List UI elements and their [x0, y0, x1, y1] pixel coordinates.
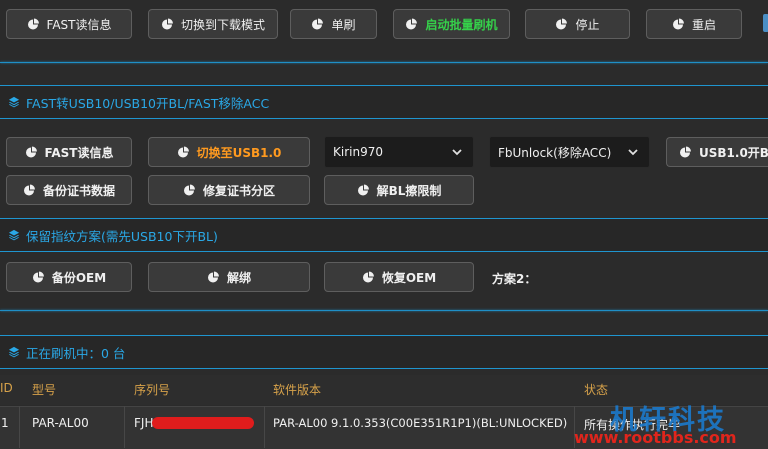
backup-oem-label: 备份OEM: [51, 270, 107, 285]
repair-cert-label: 修复证书分区: [202, 183, 275, 198]
unbind-button[interactable]: 解绑: [148, 262, 310, 292]
flashing-count: 正在刷机中：0 台: [26, 345, 126, 361]
single-flash-label: 单刷: [331, 17, 356, 32]
fingerprint-section-title: 保留指纹方案(需先USB10下开BL): [26, 228, 218, 244]
cell-divider: [124, 406, 125, 448]
reboot-label: 重启: [691, 17, 716, 32]
single-flash-button[interactable]: 单刷: [290, 9, 377, 39]
fast-read-info-button-2[interactable]: FAST读信息: [6, 137, 132, 167]
status-section-header: 正在刷机中：0 台: [0, 335, 768, 369]
switch-usb10-label: 切换至USB1.0: [196, 145, 282, 160]
pie-chart-icon: [362, 271, 374, 283]
pie-chart-icon: [32, 271, 44, 283]
fast-read-info-button[interactable]: FAST读信息: [6, 9, 132, 39]
pie-chart-icon: [183, 184, 195, 196]
layers-icon: [8, 346, 20, 358]
pie-chart-icon: [27, 18, 39, 30]
pie-chart-icon: [312, 18, 324, 30]
mode-select-value: FbUnlock(移除ACC): [498, 145, 612, 160]
stop-label: 停止: [575, 17, 600, 32]
fast-section-title: FAST转USB10/USB10开BL/FAST移除ACC: [26, 95, 270, 111]
start-batch-flash-button[interactable]: 启动批量刷机: [393, 9, 510, 39]
cell-id: 1: [1, 416, 9, 430]
divider: [0, 62, 768, 63]
divider: [0, 310, 768, 311]
pie-chart-icon: [357, 184, 369, 196]
watermark-url: www.rootbbs.com: [574, 428, 737, 447]
restore-oem-label: 恢复OEM: [381, 270, 437, 285]
cell-version: PAR-AL00 9.1.0.353(C00E351R1P1)(BL:UNLOC…: [273, 416, 568, 430]
unlock-bl-label: 解BL擦限制: [376, 183, 442, 198]
toolbar-overflow-button[interactable]: [763, 14, 768, 32]
pie-chart-icon: [25, 146, 37, 158]
cell-serial: FJH: [134, 416, 154, 430]
column-header-id: ID: [0, 381, 13, 395]
layers-icon: [8, 229, 20, 241]
pie-chart-icon: [680, 146, 691, 158]
switch-usb10-button[interactable]: 切换至USB1.0: [148, 137, 310, 167]
chip-select[interactable]: Kirin970: [324, 136, 474, 168]
pie-chart-icon: [406, 18, 418, 30]
cell-divider: [264, 406, 265, 448]
usb10-unlock-bl-label: USB1.0开BL: [699, 145, 768, 160]
switch-download-mode-label: 切换到下载模式: [180, 17, 265, 32]
backup-cert-label: 备份证书数据: [42, 183, 115, 198]
chip-select-value: Kirin970: [333, 145, 383, 159]
switch-download-mode-button[interactable]: 切换到下载模式: [148, 9, 278, 39]
stop-button[interactable]: 停止: [525, 9, 630, 39]
layers-icon: [8, 96, 20, 108]
repair-cert-button[interactable]: 修复证书分区: [148, 175, 310, 205]
pie-chart-icon: [556, 18, 568, 30]
column-header-model: 型号: [32, 383, 57, 397]
pie-chart-icon: [23, 184, 35, 196]
column-header-serial: 序列号: [134, 383, 171, 397]
cell-model: PAR-AL00: [32, 416, 89, 430]
serial-redaction: [152, 417, 254, 429]
fast-section-header: FAST转USB10/USB10开BL/FAST移除ACC: [0, 85, 768, 119]
cell-divider: [19, 406, 20, 448]
reboot-button[interactable]: 重启: [646, 9, 742, 39]
restore-oem-button[interactable]: 恢复OEM: [324, 262, 474, 292]
backup-oem-button[interactable]: 备份OEM: [6, 262, 132, 292]
pie-chart-icon: [672, 18, 684, 30]
chevron-down-icon: [628, 149, 638, 156]
pie-chart-icon: [161, 18, 173, 30]
start-batch-flash-label: 启动批量刷机: [425, 17, 498, 32]
chevron-down-icon: [452, 149, 462, 156]
column-header-status: 状态: [584, 383, 609, 397]
pie-chart-icon: [207, 271, 219, 283]
plan-label: 方案2：: [492, 272, 537, 286]
fast-read-info-label-2: FAST读信息: [44, 145, 114, 160]
fast-read-info-label: FAST读信息: [46, 17, 112, 32]
mode-select[interactable]: FbUnlock(移除ACC): [489, 136, 650, 168]
fingerprint-section-header: 保留指纹方案(需先USB10下开BL): [0, 218, 768, 252]
pie-chart-icon: [177, 146, 189, 158]
usb10-unlock-bl-button[interactable]: USB1.0开BL: [666, 137, 768, 167]
unbind-label: 解绑: [226, 270, 251, 285]
unlock-bl-button[interactable]: 解BL擦限制: [324, 175, 474, 205]
backup-cert-button[interactable]: 备份证书数据: [6, 175, 132, 205]
column-header-version: 软件版本: [273, 383, 322, 397]
